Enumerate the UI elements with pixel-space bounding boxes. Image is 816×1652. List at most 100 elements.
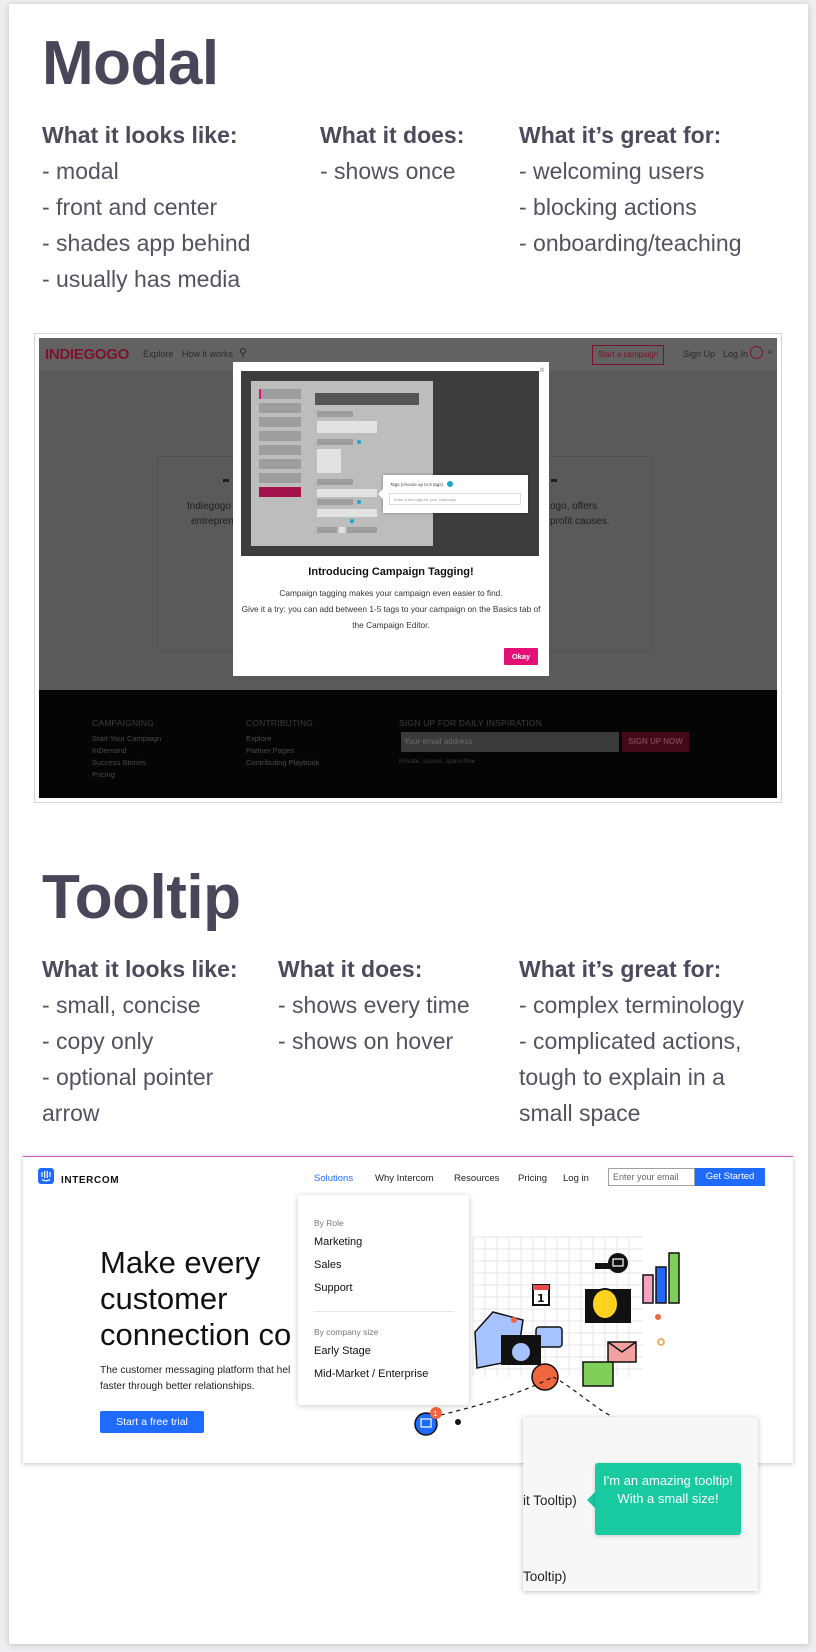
- nav-resources[interactable]: Resources: [454, 1173, 499, 1184]
- column-heading: What it looks like:: [42, 956, 238, 982]
- indiegogo-screenshot-frame: INDIEGOGO Explore How it works ⚲ Start a…: [34, 333, 782, 803]
- dropdown-caption: By Role: [314, 1218, 344, 1228]
- active-tab-bar: [259, 487, 301, 497]
- list-item: - blocking actions: [519, 194, 697, 220]
- list-item: - complicated actions,: [519, 1028, 742, 1054]
- background-text: profit causes.: [550, 516, 610, 527]
- dropdown-item-sales[interactable]: Sales: [314, 1259, 342, 1271]
- indiegogo-logo[interactable]: INDIEGOGO: [45, 346, 129, 363]
- nav-log-in[interactable]: Log in: [563, 1173, 589, 1184]
- tags-popup: Tags (choose up to 5 tags) Enter a few t…: [378, 475, 528, 513]
- subtitle-line: The customer messaging platform that hel: [100, 1365, 291, 1376]
- column-heading: What it’s great for:: [519, 956, 722, 982]
- list-item: tough to explain in a: [519, 1064, 725, 1090]
- footer-link[interactable]: Success Stories: [92, 758, 146, 767]
- tags-label: Tags (choose up to 5 tags): [390, 482, 444, 487]
- modal-great-for-column: What it’s great for: - welcoming users -…: [519, 117, 742, 261]
- background-dot: [223, 479, 229, 482]
- dropdown-item-marketing[interactable]: Marketing: [314, 1236, 362, 1248]
- list-item: - welcoming users: [519, 158, 705, 184]
- dropdown-caption: By company size: [314, 1327, 379, 1337]
- list-item: - front and center: [42, 194, 218, 220]
- modal-body-line: Campaign tagging makes your campaign eve…: [279, 588, 503, 598]
- tooltip-looks-like-column: What it looks like: - small, concise - c…: [42, 951, 238, 1131]
- email-input[interactable]: Enter your email: [608, 1168, 695, 1186]
- list-item: - shades app behind: [42, 230, 251, 256]
- column-heading: What it does:: [278, 956, 423, 982]
- campaign-tagging-modal: × Tags (choose up to 5 tags) Enter a few…: [233, 362, 549, 676]
- get-started-button[interactable]: Get Started: [695, 1168, 765, 1186]
- footer-link[interactable]: Partner Pages: [246, 746, 294, 755]
- column-heading: What it looks like:: [42, 122, 238, 148]
- list-item: arrow: [42, 1100, 100, 1126]
- sign-up-now-button[interactable]: SIGN UP NOW: [622, 732, 689, 752]
- tooltip-trigger-text[interactable]: Tooltip): [523, 1569, 567, 1584]
- nav-explore[interactable]: Explore: [143, 349, 174, 359]
- tooltip-great-for-column: What it’s great for: - complex terminolo…: [519, 951, 744, 1131]
- search-icon[interactable]: ⚲: [239, 346, 247, 359]
- tooltip-bubble: I'm an amazing tooltip! With a small siz…: [595, 1463, 741, 1535]
- dropdown-divider: [314, 1311, 454, 1312]
- tooltip-trigger-text[interactable]: it Tooltip): [523, 1493, 577, 1508]
- info-icon: [447, 481, 453, 487]
- nav-why-intercom[interactable]: Why Intercom: [375, 1173, 434, 1184]
- background-text: ogo, offers: [550, 501, 598, 512]
- list-item: - onboarding/teaching: [519, 230, 742, 256]
- background-text: Indiegogo h: [187, 501, 240, 512]
- footer-link[interactable]: Contributing Playbook: [246, 758, 319, 767]
- dropdown-item-mid-market[interactable]: Mid-Market / Enterprise: [314, 1368, 428, 1380]
- nav-solutions[interactable]: Solutions: [314, 1173, 353, 1184]
- footer-link[interactable]: Start Your Campaign: [92, 734, 161, 743]
- footer-heading: CAMPAIGNING: [92, 718, 155, 728]
- calendar-day: 1: [537, 1292, 545, 1305]
- start-campaign-button[interactable]: Start a campaign: [592, 345, 664, 365]
- modal-body: Campaign tagging makes your campaign eve…: [241, 585, 541, 633]
- nav-how-it-works[interactable]: How it works: [182, 349, 233, 359]
- sign-up-link[interactable]: Sign Up: [683, 349, 715, 359]
- notification-badge: 1: [433, 1410, 437, 1418]
- footer-heading: CONTRIBUTING: [246, 718, 314, 728]
- intercom-logo-icon[interactable]: [38, 1168, 54, 1184]
- editor-mockup: [251, 381, 433, 546]
- tooltip-demo-card: it Tooltip) Tooltip) I'm an amazing tool…: [523, 1417, 758, 1591]
- solutions-dropdown: By Role Marketing Sales Support By compa…: [298, 1195, 469, 1405]
- hero-subtitle: The customer messaging platform that hel…: [100, 1363, 290, 1395]
- modal-illustration: Tags (choose up to 5 tags) Enter a few t…: [241, 371, 539, 556]
- start-free-trial-button[interactable]: Start a free trial: [100, 1411, 204, 1433]
- spinner-icon: [750, 346, 763, 359]
- tooltip-pointer-arrow: [587, 1492, 595, 1508]
- list-item: - small, concise: [42, 992, 201, 1018]
- chat-bubble-icon: [608, 1253, 628, 1273]
- footer-link[interactable]: InDemand: [92, 746, 127, 755]
- column-heading: What it does:: [320, 122, 465, 148]
- footer-email-input[interactable]: Your email address: [401, 732, 619, 752]
- okay-button[interactable]: Okay: [504, 648, 538, 665]
- dropdown-item-support[interactable]: Support: [314, 1282, 353, 1294]
- footer-link[interactable]: Explore: [246, 734, 271, 743]
- indiegogo-footer: CAMPAIGNING Start Your Campaign InDemand…: [39, 690, 777, 798]
- nav-pricing[interactable]: Pricing: [518, 1173, 547, 1184]
- background-dot: [551, 479, 557, 482]
- list-item: - shows every time: [278, 992, 470, 1018]
- modal-does-column: What it does: - shows once: [320, 117, 464, 189]
- intercom-brand[interactable]: INTERCOM: [61, 1175, 119, 1186]
- dropdown-item-early-stage[interactable]: Early Stage: [314, 1345, 371, 1357]
- footer-link[interactable]: Pricing: [92, 770, 115, 779]
- list-item: - complex terminology: [519, 992, 744, 1018]
- log-in-link[interactable]: Log In: [723, 349, 748, 359]
- thumbs-up-icon: [582, 1361, 614, 1387]
- modal-body-line: the Campaign Editor.: [352, 620, 430, 630]
- bar-graphic: [642, 1274, 654, 1304]
- list-item: - optional pointer: [42, 1064, 214, 1090]
- list-item: - shows once: [320, 158, 456, 184]
- modal-close-icon[interactable]: ×: [539, 365, 545, 376]
- list-item: - usually has media: [42, 266, 241, 292]
- list-item: - modal: [42, 158, 119, 184]
- background-text: entrepren: [191, 516, 234, 527]
- list-item: - shows on hover: [278, 1028, 454, 1054]
- modal-title: Introducing Campaign Tagging!: [308, 566, 474, 578]
- tags-input[interactable]: Enter a few tags for your campaign: [389, 493, 521, 505]
- column-heading: What it’s great for:: [519, 122, 722, 148]
- close-icon[interactable]: ×: [767, 347, 772, 357]
- modal-looks-like-column: What it looks like: - modal - front and …: [42, 117, 250, 297]
